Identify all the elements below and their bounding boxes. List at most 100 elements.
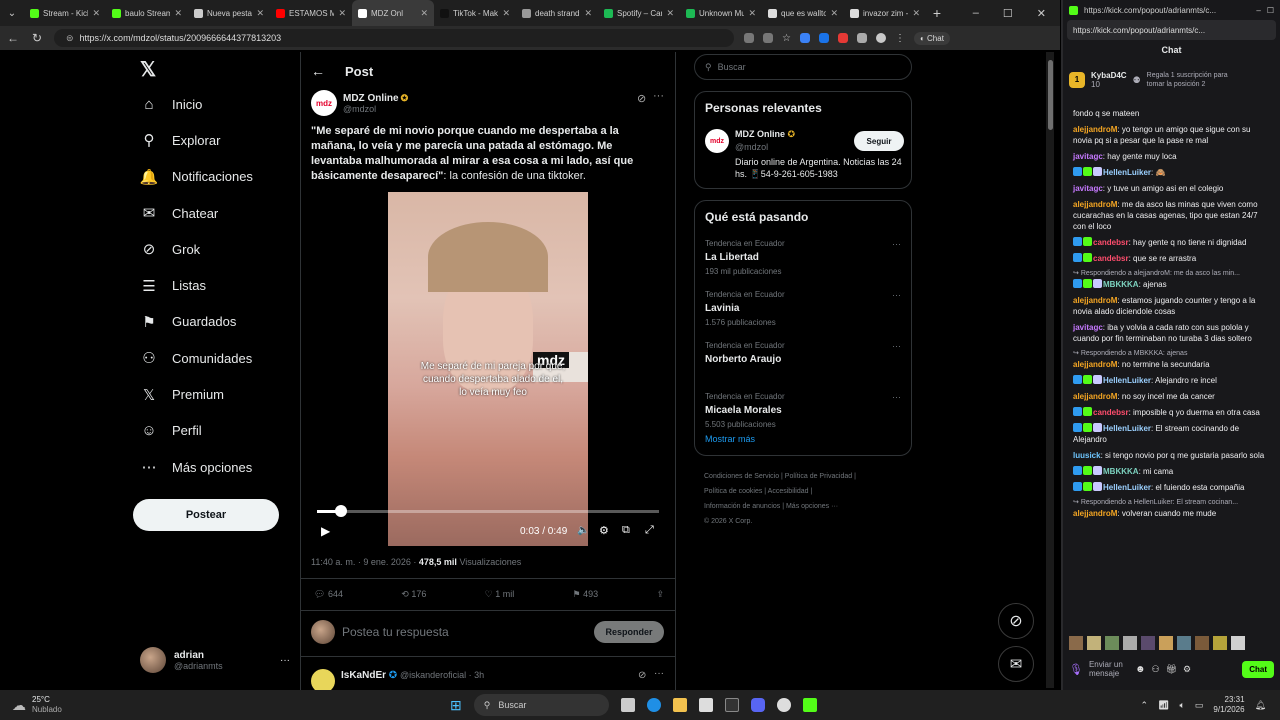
chat-username[interactable]: alejjandroM [1073, 125, 1117, 134]
reply-author[interactable]: IsKaNdEr [341, 670, 386, 681]
chat-username[interactable]: alejjandroM [1073, 392, 1117, 401]
emote[interactable] [1123, 636, 1137, 650]
users-icon[interactable]: ⚇ [1152, 664, 1160, 675]
video-progress-track[interactable] [317, 510, 659, 513]
bookmark-button[interactable]: ⚑ 493 [573, 589, 599, 600]
chat-input[interactable]: Enviar un mensaje [1089, 660, 1129, 678]
footer-line[interactable]: Política de cookies | Accesibilidad | [704, 484, 856, 499]
kick-app-icon[interactable] [802, 698, 817, 712]
maximize-icon[interactable]: ☐ [1003, 7, 1013, 20]
settings-icon[interactable]: ⚙ [1183, 664, 1191, 675]
site-info-icon[interactable]: ⊜ [66, 33, 74, 44]
chat-username[interactable]: javitagc [1073, 152, 1103, 161]
close-tab-icon[interactable]: ✕ [338, 8, 346, 19]
nav-item-listas[interactable]: ☰ Listas [128, 267, 298, 303]
reply-context[interactable]: ↪ Respondiendo a MBKKKA: ajenas [1063, 349, 1278, 357]
trend-item[interactable]: Tendencia en Ecuador La Libertad 193 mil… [705, 239, 901, 276]
browser-tab[interactable]: invazor zim - ✕ [844, 0, 926, 26]
nav-item-explorar[interactable]: ⚲ Explorar [128, 122, 298, 158]
close-tab-icon[interactable]: ✕ [666, 8, 674, 19]
repost-button[interactable]: ⟲ 176 [401, 589, 426, 600]
chat-username[interactable]: MBKKKA [1103, 467, 1139, 476]
emote[interactable] [1231, 636, 1245, 650]
nav-item-comunidades[interactable]: ⚇ Comunidades [128, 340, 298, 376]
trend-item[interactable]: Tendencia en Ecuador Micaela Morales 5.5… [705, 392, 901, 429]
more-icon[interactable]: ··· [653, 90, 664, 102]
close-tab-icon[interactable]: ✕ [502, 8, 510, 19]
mic-icon[interactable]: 🎙 [1069, 663, 1083, 676]
more-icon[interactable]: ··· [280, 655, 290, 666]
close-tab-icon[interactable]: ✕ [256, 8, 264, 19]
author-name[interactable]: MDZ Online [343, 93, 399, 104]
back-arrow-icon[interactable]: ← [311, 63, 325, 79]
chat-username[interactable]: MBKKKA [1103, 280, 1139, 289]
nav-item-más-opciones[interactable]: ⋯ Más opciones [128, 449, 298, 485]
close-tab-icon[interactable]: ✕ [584, 8, 592, 19]
emote[interactable] [1213, 636, 1227, 650]
reload-icon[interactable]: ↻ [30, 31, 44, 45]
extension-icon[interactable] [837, 33, 848, 43]
nav-item-chatear[interactable]: ✉ Chatear [128, 195, 298, 231]
minimize-icon[interactable]: – [1256, 6, 1260, 15]
fullscreen-icon[interactable]: ⤢ [645, 524, 654, 537]
relevant-name[interactable]: MDZ Online [735, 129, 785, 139]
footer-line[interactable]: Información de anuncios | Más opciones ·… [704, 499, 856, 514]
task-view-icon[interactable] [620, 698, 635, 712]
browser-tab[interactable]: Stream - Kick ✕ [24, 0, 106, 26]
reply-input[interactable]: Postea tu respuesta [342, 625, 449, 639]
video-player[interactable]: mdz Me separé de mi pareja por que, cuan… [311, 192, 665, 546]
trend-item[interactable]: Tendencia en Ecuador Lavinia 1.576 publi… [705, 290, 901, 327]
chat-username[interactable]: candebsr [1093, 238, 1129, 247]
more-icon[interactable]: ··· [892, 392, 901, 402]
messages-float-button[interactable]: ✉ [998, 646, 1034, 682]
volume-icon[interactable]: 🔈︎ [1180, 700, 1185, 711]
chat-username[interactable]: luusick [1073, 451, 1101, 460]
pinned-text[interactable]: Regala 1 suscripción para tomar la posic… [1147, 71, 1247, 89]
back-icon[interactable]: ← [6, 31, 20, 45]
folder-icon[interactable] [672, 698, 687, 712]
gift-icon[interactable]: 🎁︎ [1166, 664, 1177, 675]
extension-icon[interactable] [799, 33, 810, 43]
follow-button[interactable]: Seguir [854, 131, 904, 151]
video-scrubber[interactable] [334, 505, 347, 517]
show-more-link[interactable]: Mostrar más [705, 434, 755, 444]
star-icon[interactable]: ☆ [782, 33, 791, 44]
tab-list-button[interactable]: ⌄ [0, 0, 24, 26]
profile-avatar[interactable] [875, 33, 886, 43]
reply-context[interactable]: ↪ Respondiendo a alejjandroM: me da asco… [1063, 269, 1278, 277]
relevant-handle[interactable]: @mdzol [735, 142, 795, 152]
chat-username[interactable]: candebsr [1093, 254, 1129, 263]
chat-username[interactable]: HellenLuiker [1103, 424, 1151, 433]
emote[interactable] [1087, 636, 1101, 650]
scrollbar-thumb[interactable] [1047, 60, 1053, 130]
battery-icon[interactable]: ▭ [1195, 700, 1204, 711]
nav-item-inicio[interactable]: ⌂ Inicio [128, 86, 298, 122]
close-tab-icon[interactable]: ✕ [912, 8, 920, 19]
chat-username[interactable]: alejjandroM [1073, 296, 1117, 305]
menu-icon[interactable]: ⋮ [895, 33, 905, 44]
windows-start-icon[interactable]: ⊞ [450, 697, 462, 714]
notification-icon[interactable]: 🔔︎ [1255, 700, 1266, 711]
account-switcher[interactable]: adrian @adrianmts ··· [140, 645, 290, 675]
taskbar-search[interactable]: ⚲ Buscar [473, 694, 609, 716]
reply-button[interactable]: 💬︎ 644 [314, 589, 343, 600]
more-icon[interactable]: ··· [892, 239, 901, 249]
send-chat-button[interactable]: Chat [1242, 660, 1274, 678]
emote[interactable] [1159, 636, 1173, 650]
chat-username[interactable]: HellenLuiker [1103, 376, 1151, 385]
chrome-icon[interactable] [776, 698, 791, 712]
browser-tab[interactable]: death strand ✕ [516, 0, 598, 26]
settings-icon[interactable]: ⚙ [599, 524, 609, 537]
author-handle[interactable]: @mdzol [343, 104, 408, 114]
close-tab-icon[interactable]: ✕ [748, 8, 756, 19]
x-logo-icon[interactable]: 𝕏 [128, 52, 298, 86]
browser-tab[interactable]: Nueva pestañ ✕ [188, 0, 270, 26]
more-icon[interactable]: ··· [892, 290, 901, 300]
chat-username[interactable]: alejjandroM [1073, 200, 1117, 209]
app-icon[interactable] [724, 698, 739, 712]
browser-tab[interactable]: que es wallto ✕ [762, 0, 844, 26]
play-icon[interactable]: ▶ [321, 524, 330, 538]
clock[interactable]: 23:31 9/1/2026 [1213, 695, 1244, 715]
chat-username[interactable]: HellenLuiker [1103, 483, 1151, 492]
nav-item-premium[interactable]: 𝕏 Premium [128, 376, 298, 412]
